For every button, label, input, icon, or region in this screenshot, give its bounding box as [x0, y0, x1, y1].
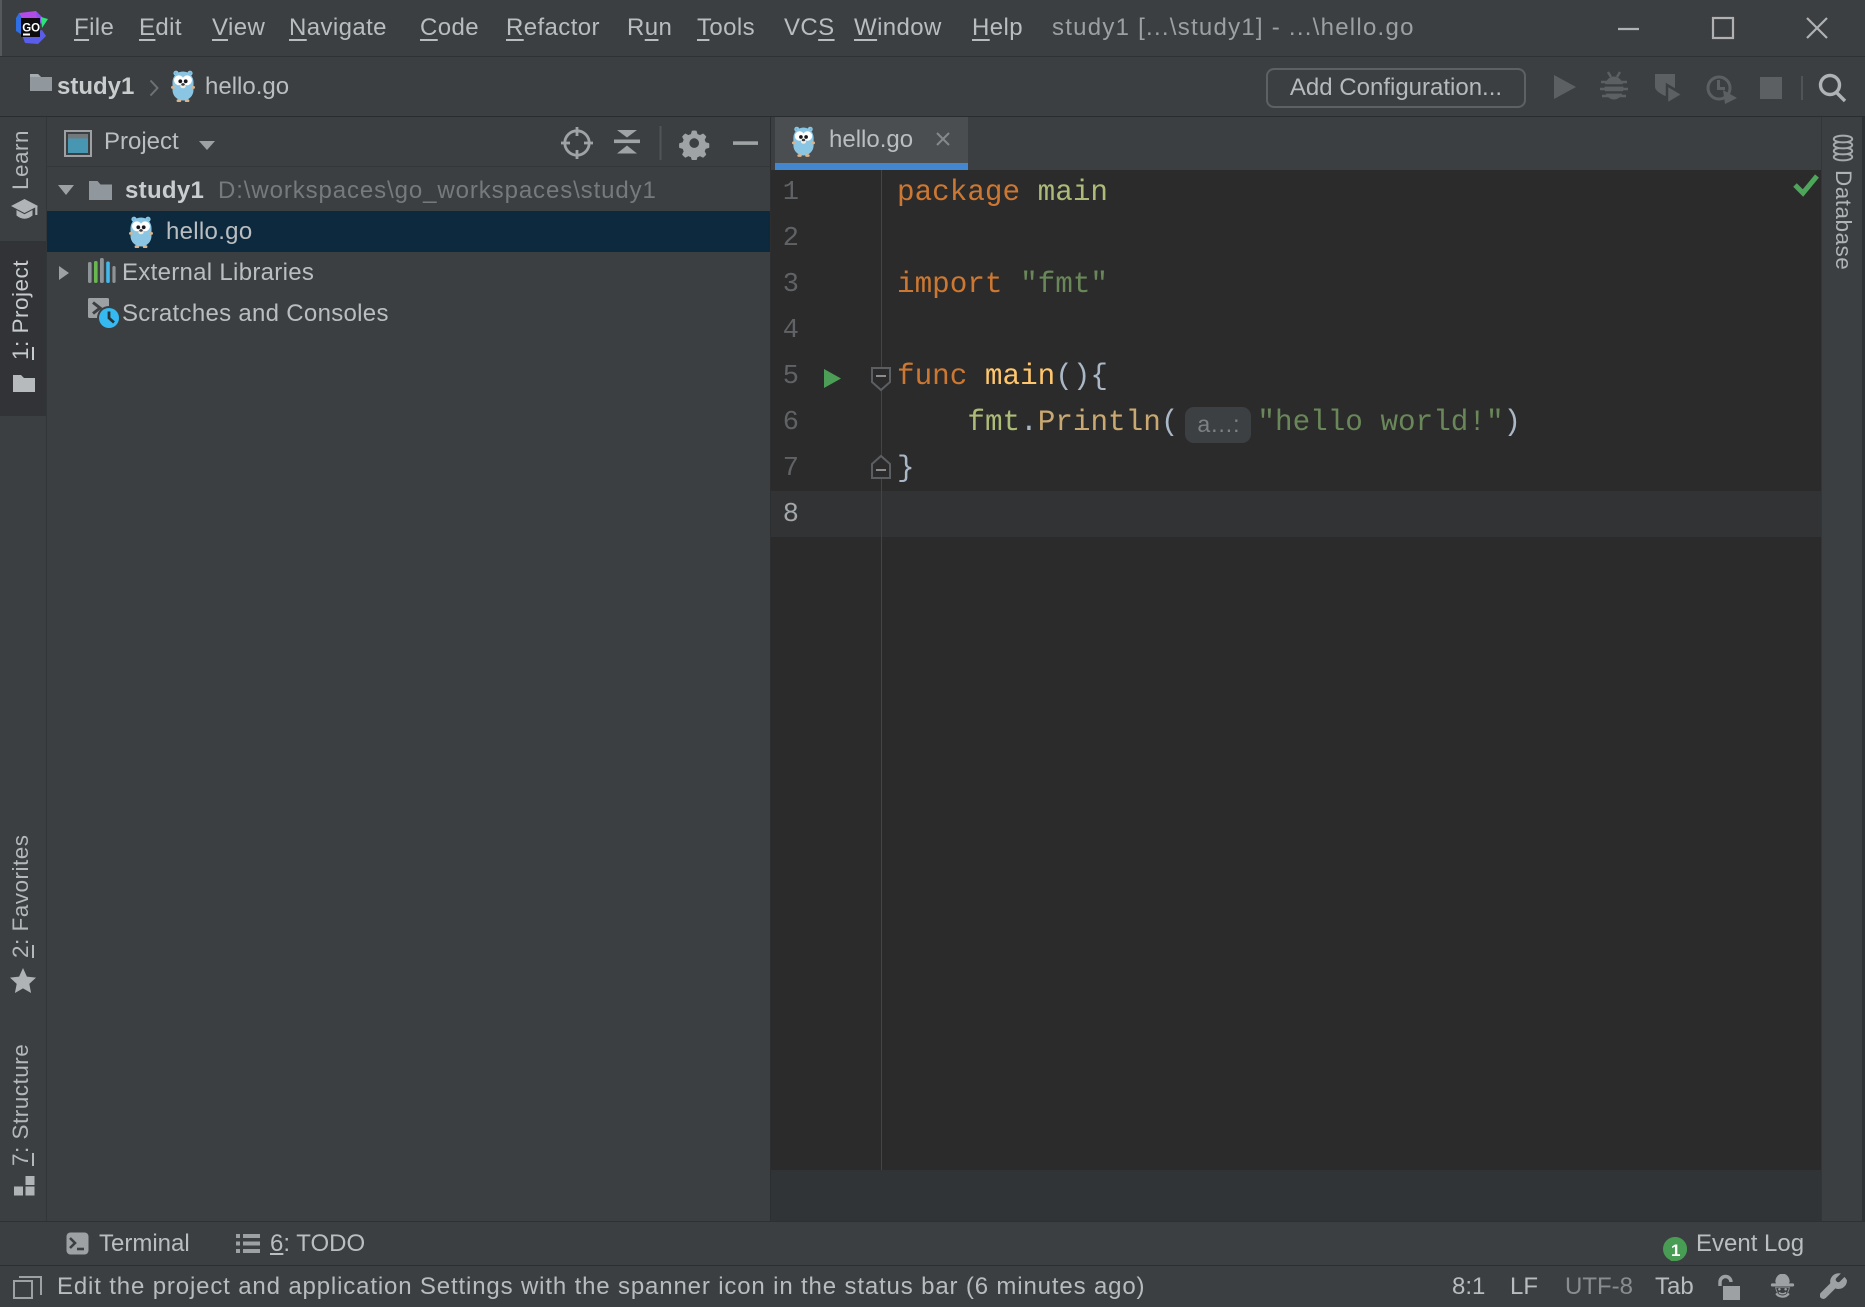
svg-text:1: 1: [1671, 1241, 1680, 1260]
svg-text:GO: GO: [22, 23, 40, 35]
